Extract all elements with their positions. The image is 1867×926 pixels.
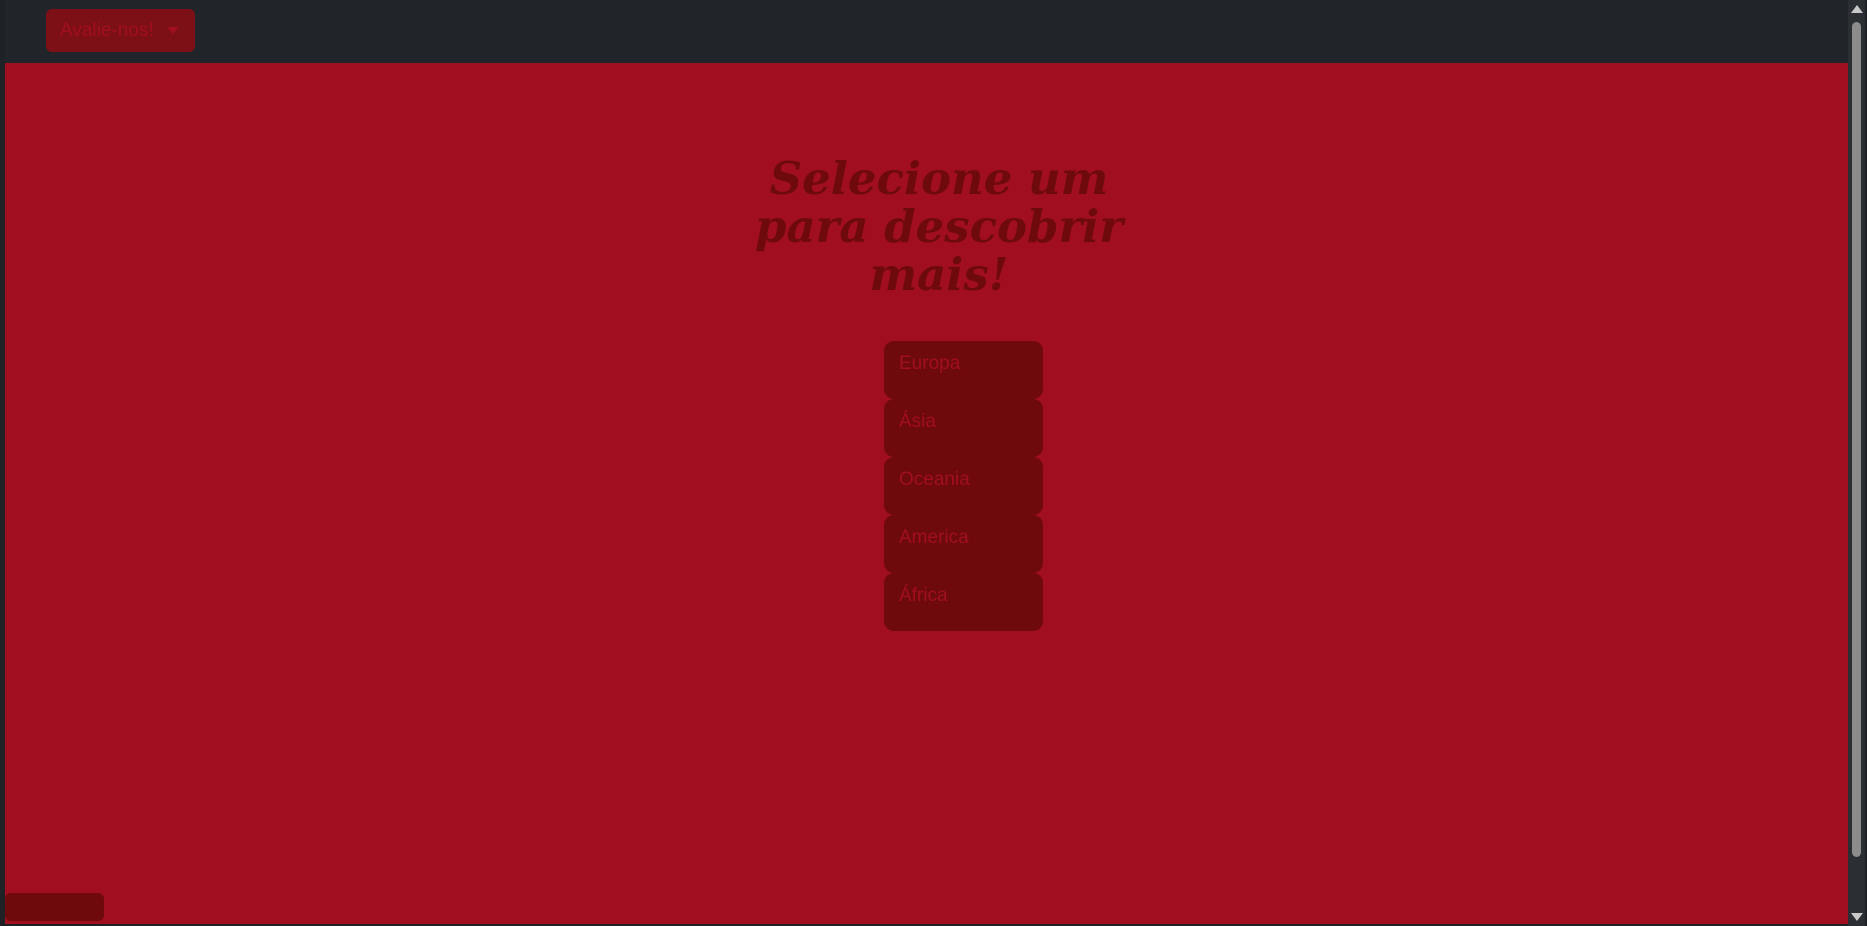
navbar: Avalie-nos! [5,0,1848,63]
scroll-up-arrow-icon[interactable] [1851,5,1863,13]
rate-us-dropdown-button[interactable]: Avalie-nos! [46,9,195,52]
caret-down-icon [167,27,179,34]
continent-button-america[interactable]: America [884,515,1043,573]
page-title: Selecione um para descobrir mais! [755,152,1123,301]
browser-viewport: Avalie-nos! Selecione um para descobrir … [0,0,1867,926]
rate-us-label: Avalie-nos! [60,19,154,41]
continent-button-asia[interactable]: Ásia [884,399,1043,457]
vertical-scrollbar[interactable] [1848,0,1865,926]
continent-list: Europa Ásia Oceania America África [884,341,1043,631]
scroll-down-arrow-icon[interactable] [1851,913,1863,921]
continent-button-oceania[interactable]: Oceania [884,457,1043,515]
continent-button-africa[interactable]: África [884,573,1043,631]
main-content: Selecione um para descobrir mais! Europa… [5,63,1848,924]
continent-button-europa[interactable]: Europa [884,341,1043,399]
corner-widget-button[interactable] [5,893,104,921]
scrollbar-thumb[interactable] [1852,22,1861,857]
